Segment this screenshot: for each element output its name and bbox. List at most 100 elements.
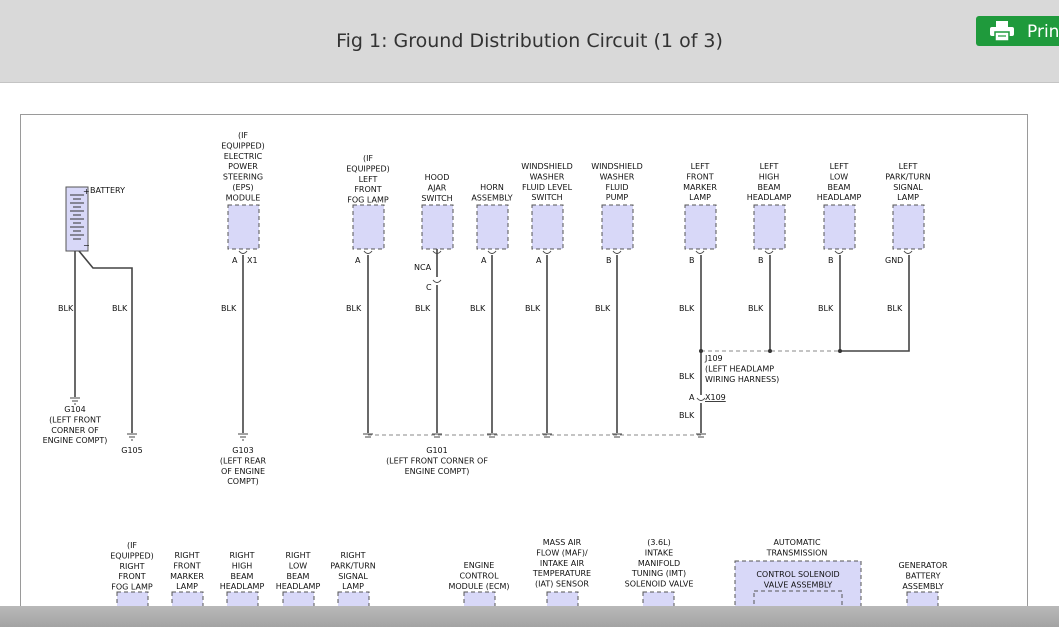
left-fog-lamp-label: (IF EQUIPPED) LEFT FRONT FOG LAMP [346,154,390,205]
label-line: FRONT [118,572,145,581]
g104-label: G104 (LEFT FRONT CORNER OF ENGINE COMPT) [43,405,108,445]
wiring-diagram: + − BATTERY (IF EQUIPPED) ELECTRIC POWER STE… [20,114,1028,615]
label-line: POWER [228,162,258,171]
label-line: LEFT [760,162,779,171]
park-turn-wire [840,255,910,352]
label-line: FOG LAMP [111,583,153,592]
battery-symbol: + − [65,186,90,252]
label-line: (IF [127,541,137,550]
g105-label: G105 [121,446,142,455]
print-button[interactable]: Print [976,16,1059,46]
label-line: TRANSMISSION [766,548,828,557]
label-line: LEFT [830,162,849,171]
label-line: MARKER [683,183,717,192]
printer-icon [990,21,1014,41]
pin-label: A [481,256,487,265]
right-fog-lamp-label: (IF EQUIPPED) RIGHT FRONT FOG LAMP [110,541,154,592]
label-line: MODULE (ECM) [448,582,509,591]
label-line: INTAKE [645,548,673,557]
label-line: TEMPERATURE [532,569,591,578]
svg-text:+: + [83,187,90,196]
right-high-beam-box [226,591,259,613]
gnd-pin-label: GND [885,256,903,265]
label-line: FRONT [173,561,200,570]
label-line: SWITCH [421,194,452,203]
wire-color-label: BLK [346,304,362,313]
label-line: ENGINE [464,561,495,570]
splice-dot [838,349,842,353]
washer-pump-box [601,204,634,250]
connector-x109-label: X109 [705,393,726,402]
imt-solenoid-label: (3.6L) INTAKE MANIFOLD TUNING (IMT) SOLENOID… [625,538,694,589]
label-line: PARK/TURN [885,172,931,181]
left-marker-lamp-label: LEFT FRONT MARKER LAMP [683,162,717,202]
label-line: ASSEMBLY [471,193,512,202]
label-line: LEFT [359,175,378,184]
label-line: TUNING (IMT) [631,569,686,578]
label-line: G104 [64,405,85,414]
splice-dot [768,349,772,353]
label-line: WASHER [600,172,635,181]
generator-battery-label: GENERATOR BATTERY ASSEMBLY [898,561,948,591]
label-line: LAMP [176,582,198,591]
label-line: HEADLAMP [220,582,265,591]
horn-assembly-box [476,204,509,250]
right-marker-lamp-label: RIGHT FRONT MARKER LAMP [170,551,204,591]
label-line: AJAR [428,183,447,192]
label-line: HEADLAMP [276,582,321,591]
label-line: MODULE [226,193,261,202]
wire-color-label: BLK [415,304,431,313]
label-line: LAMP [342,582,364,591]
right-fog-lamp-box [116,591,149,613]
label-line: FLOW (MAF)/ [536,548,588,557]
label-line: WASHER [530,172,565,181]
g103-label: G103 (LEFT REAR OF ENGINE COMPT) [220,446,267,486]
right-high-beam-label: RIGHT HIGH BEAM HEADLAMP [220,551,265,591]
label-line: CONTROL [459,571,499,580]
label-line: SIGNAL [338,572,368,581]
label-line: FLUID [605,183,628,192]
label-line: SWITCH [531,193,562,202]
label-line: RIGHT [285,551,310,560]
label-line: HIGH [232,561,253,570]
label-line: CORNER OF [51,426,99,435]
pin-label: A [536,256,542,265]
left-low-beam-box [823,204,856,250]
right-marker-lamp-box [171,591,204,613]
pin-label: B [606,256,612,265]
label-line: RIGHT [229,551,254,560]
ecm-label: ENGINE CONTROL MODULE (ECM) [448,561,509,591]
battery-label: BATTERY [90,186,125,195]
label-line: WINDSHIELD [591,162,643,171]
wire-color-label: BLK [221,304,237,313]
label-line: HEADLAMP [817,193,862,202]
left-low-beam-label: LEFT LOW BEAM HEADLAMP [817,162,862,202]
g101-label: G101 (LEFT FRONT CORNER OF ENGINE COMPT) [386,446,488,476]
label-line: CONTROL SOLENOID [756,570,839,579]
pin-label: A [689,393,695,402]
label-line: COMPT) [227,477,259,486]
label-line: WINDSHIELD [521,162,573,171]
j109-splice-label: J109 (LEFT HEADLAMP WIRING HARNESS) [704,354,779,384]
label-line: G103 [232,446,253,455]
label-line: BEAM [231,572,254,581]
left-marker-lamp-box [684,204,717,250]
label-line: J109 [704,354,723,363]
left-high-beam-box [753,204,786,250]
label-line: LEFT [691,162,710,171]
right-low-beam-box [282,591,315,613]
pin-connectors [238,250,913,401]
hood-ajar-switch-box [421,204,454,250]
splice-dot [699,349,703,353]
label-line: HIGH [759,172,780,181]
label-line: ASSEMBLY [902,582,943,591]
left-high-beam-label: LEFT HIGH BEAM HEADLAMP [747,162,792,202]
pin-label: A [232,256,238,265]
header-bar: Fig 1: Ground Distribution Circuit (1 of… [0,0,1059,83]
label-line: PUMP [606,193,629,202]
label-line: MANIFOLD [638,559,680,568]
label-line: INTAKE AIR [540,559,585,568]
label-line: (LEFT FRONT [49,415,101,424]
label-line: OF ENGINE [221,467,265,476]
label-line: WIRING HARNESS) [705,375,779,384]
